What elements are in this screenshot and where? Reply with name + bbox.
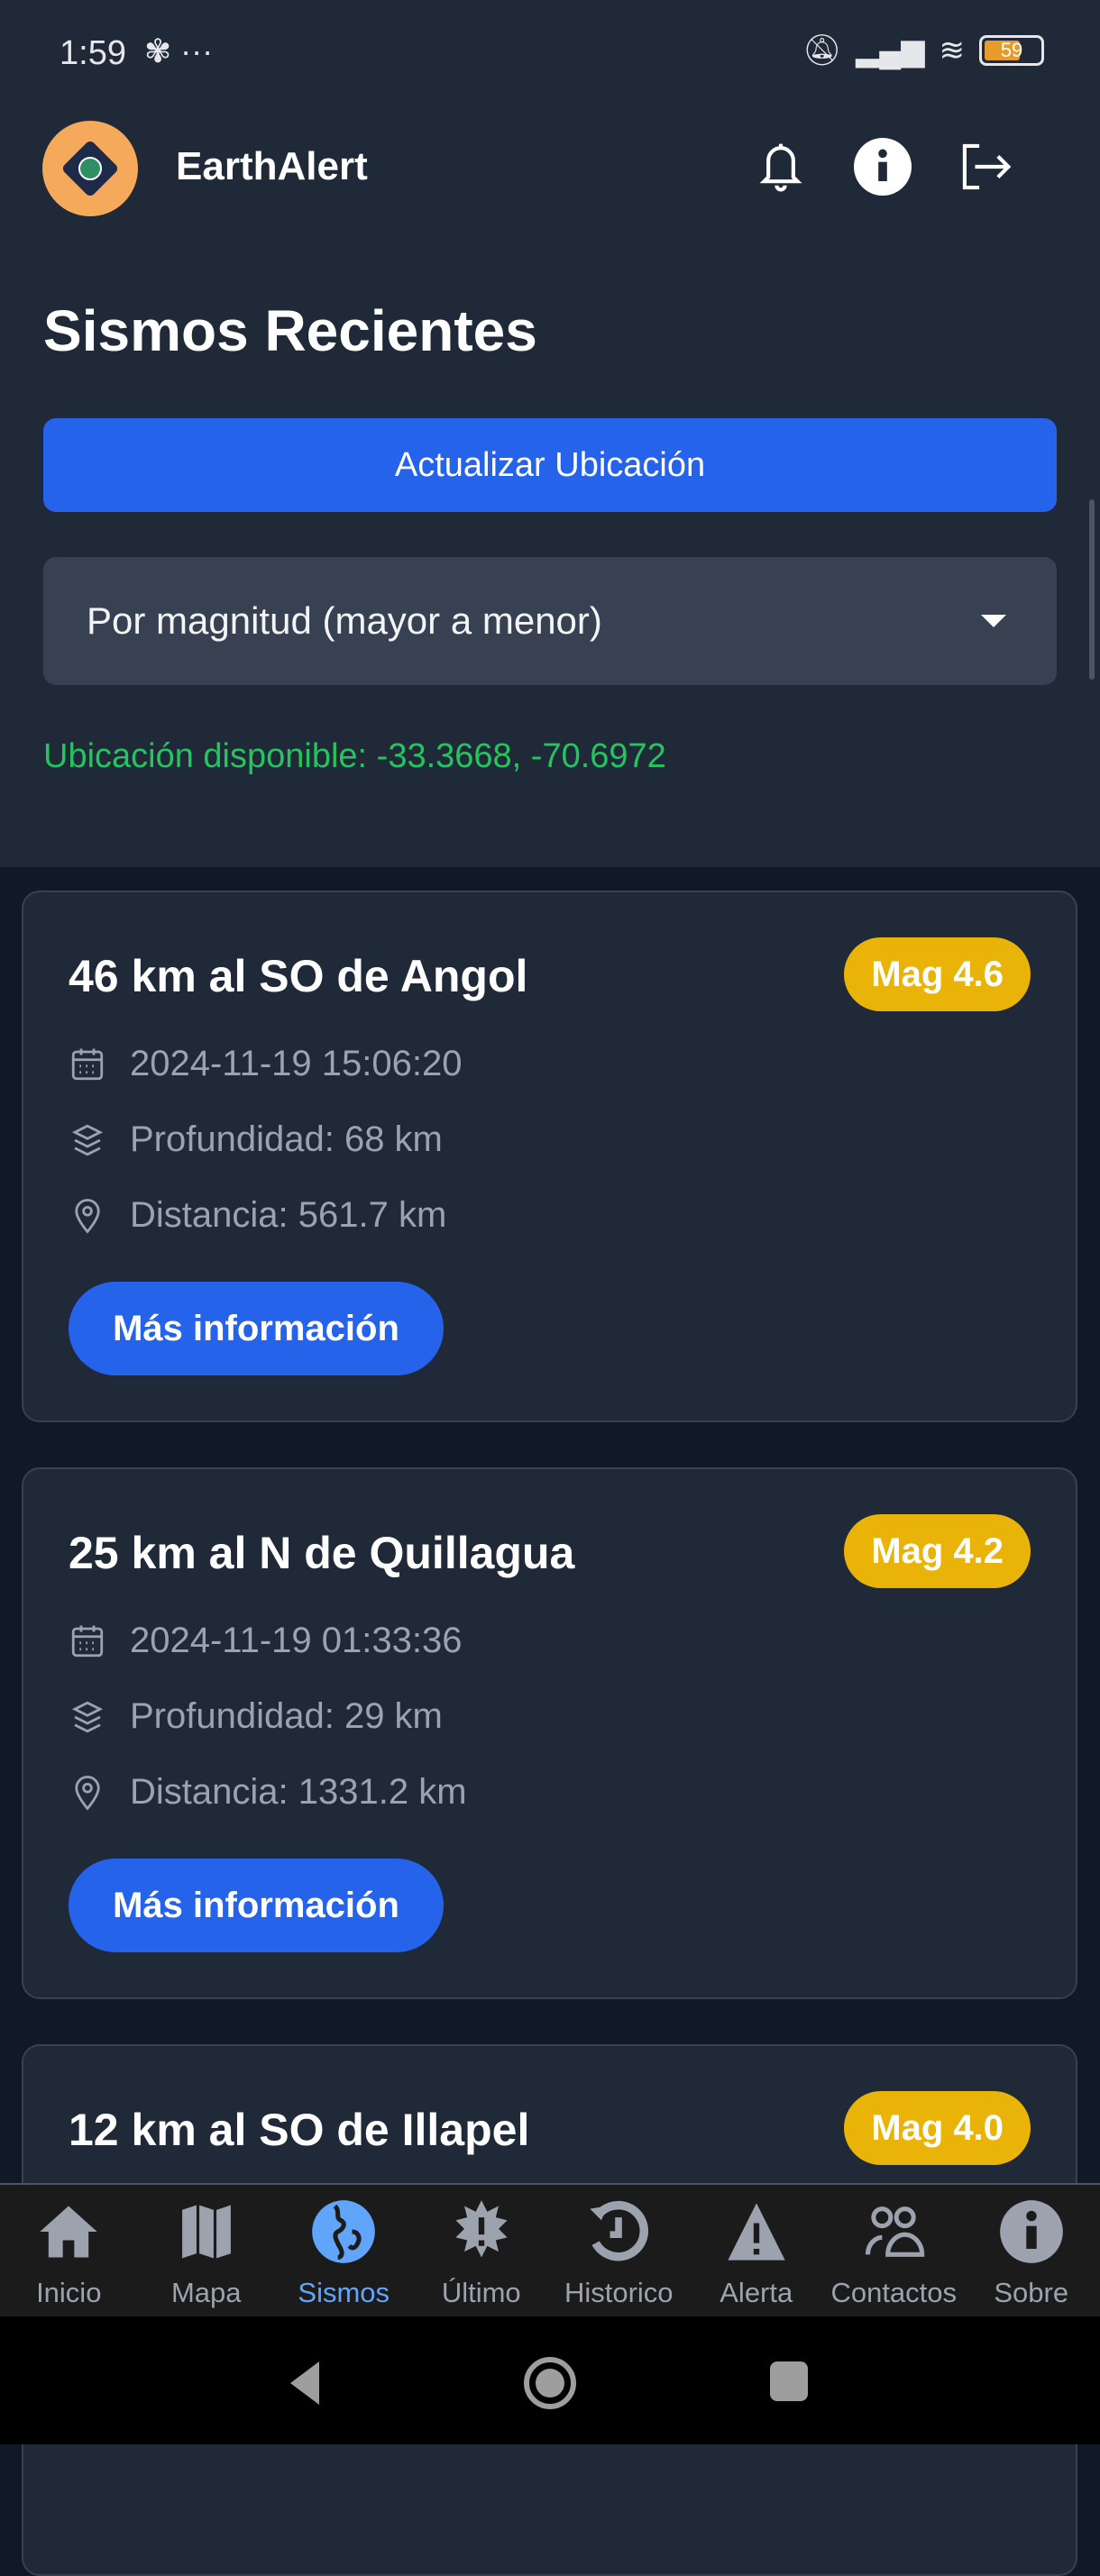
quake-distance-row: Distancia: 561.7 km bbox=[69, 1195, 446, 1236]
quake-datetime-row: 2024-11-19 15:06:20 bbox=[69, 1044, 462, 1084]
bell-icon bbox=[756, 140, 806, 194]
calendar-icon bbox=[69, 1046, 106, 1083]
map-icon bbox=[172, 2197, 241, 2266]
magnitude-badge: Mag 4.2 bbox=[844, 1514, 1031, 1588]
sort-select-value: Por magnitud (mayor a menor) bbox=[87, 599, 602, 643]
alert-burst-icon bbox=[447, 2197, 516, 2266]
quake-card: 25 km al N de Quillagua Mag 4.2 2024-11-… bbox=[22, 1467, 1077, 1999]
battery-level: 59 bbox=[1001, 39, 1022, 61]
more-info-button[interactable]: Más información bbox=[69, 1859, 444, 1952]
quake-datetime-row: 2024-11-19 01:33:36 bbox=[69, 1621, 462, 1661]
nav-item-label: Mapa bbox=[171, 2277, 242, 2309]
warning-icon bbox=[722, 2197, 791, 2266]
nav-item-label: Sobre bbox=[994, 2277, 1068, 2309]
nav-item-contactos[interactable]: Contactos bbox=[825, 2185, 963, 2316]
mute-icon: 🔕︎ bbox=[802, 32, 841, 69]
nav-item-label: Último bbox=[442, 2277, 521, 2309]
recents-icon[interactable] bbox=[770, 2361, 808, 2401]
quake-distance-row: Distancia: 1331.2 km bbox=[69, 1772, 467, 1813]
nav-item-label: Inicio bbox=[36, 2277, 101, 2309]
layers-icon bbox=[69, 1121, 106, 1159]
map-pin-icon bbox=[69, 1197, 106, 1235]
quake-title: 12 km al SO de Illapel bbox=[69, 2104, 529, 2156]
nav-item-mapa[interactable]: Mapa bbox=[138, 2185, 276, 2316]
quake-datetime: 2024-11-19 01:33:36 bbox=[130, 1621, 462, 1661]
back-icon[interactable] bbox=[287, 2360, 323, 2407]
bottom-nav: Inicio Mapa Sismos Último Historico Alerta Con… bbox=[0, 2183, 1100, 2316]
nav-item-historico[interactable]: Historico bbox=[550, 2185, 688, 2316]
quake-depth-row: Profundidad: 29 km bbox=[69, 1696, 443, 1737]
info-icon bbox=[997, 2197, 1066, 2266]
nav-item-label: Sismos bbox=[298, 2277, 390, 2309]
quake-distance: Distancia: 561.7 km bbox=[130, 1195, 446, 1236]
home-icon bbox=[34, 2197, 103, 2266]
quake-depth: Profundidad: 68 km bbox=[130, 1119, 443, 1160]
nav-item-label: Contactos bbox=[830, 2277, 957, 2309]
notifications-button[interactable] bbox=[751, 137, 811, 196]
app-logo bbox=[42, 121, 138, 216]
page-title: Sismos Recientes bbox=[43, 297, 537, 364]
status-time: 1:59 bbox=[60, 34, 126, 73]
status-bar: 1:59 ✾ ··· 🔕︎ ▂▄▆ ≋ 59 bbox=[0, 0, 1100, 108]
calendar-icon bbox=[69, 1622, 106, 1660]
quake-datetime: 2024-11-19 15:06:20 bbox=[130, 1044, 462, 1084]
quake-depth: Profundidad: 29 km bbox=[130, 1696, 443, 1737]
battery-icon: 59 bbox=[979, 35, 1044, 66]
chevron-down-icon bbox=[981, 615, 1006, 627]
status-icons: 🔕︎ ▂▄▆ ≋ 59 bbox=[802, 32, 1044, 69]
home-button-icon[interactable] bbox=[521, 2354, 579, 2412]
sort-select[interactable]: Por magnitud (mayor a menor) bbox=[43, 557, 1057, 685]
notification-icons: ✾ ··· bbox=[144, 32, 213, 70]
nav-item-label: Historico bbox=[564, 2277, 674, 2309]
contacts-icon bbox=[859, 2197, 928, 2266]
more-info-button[interactable]: Más información bbox=[69, 1282, 444, 1375]
quake-distance: Distancia: 1331.2 km bbox=[130, 1772, 467, 1813]
scrollbar[interactable] bbox=[1089, 499, 1095, 680]
quake-title: 46 km al SO de Angol bbox=[69, 950, 527, 1002]
nav-item-sobre[interactable]: Sobre bbox=[963, 2185, 1100, 2316]
map-pin-icon bbox=[69, 1774, 106, 1812]
controls-section: Sismos Recientes Actualizar Ubicación Po… bbox=[0, 245, 1100, 867]
history-icon bbox=[584, 2197, 653, 2266]
info-icon bbox=[854, 138, 912, 196]
app-header: EarthAlert bbox=[0, 108, 1100, 245]
system-nav-bar bbox=[0, 2316, 1100, 2444]
magnitude-badge: Mag 4.6 bbox=[844, 937, 1031, 1011]
magnitude-badge: Mag 4.0 bbox=[844, 2091, 1031, 2165]
app-title: EarthAlert bbox=[176, 144, 368, 189]
layers-icon bbox=[69, 1698, 106, 1736]
location-status: Ubicación disponible: -33.3668, -70.6972 bbox=[43, 737, 666, 776]
logout-button[interactable] bbox=[956, 137, 1015, 196]
signal-icon: ▂▄▆ bbox=[856, 32, 924, 69]
quake-title: 25 km al N de Quillagua bbox=[69, 1527, 574, 1579]
nav-item-label: Alerta bbox=[720, 2277, 793, 2309]
nav-item-alerta[interactable]: Alerta bbox=[688, 2185, 826, 2316]
nav-item-sismos[interactable]: Sismos bbox=[275, 2185, 413, 2316]
nav-item-inicio[interactable]: Inicio bbox=[0, 2185, 138, 2316]
wifi-icon: ≋ bbox=[940, 32, 966, 69]
nav-item-ultimo[interactable]: Último bbox=[413, 2185, 551, 2316]
logout-icon bbox=[958, 142, 1013, 192]
info-button[interactable] bbox=[853, 137, 912, 196]
quake-card: 46 km al SO de Angol Mag 4.6 2024-11-19 … bbox=[22, 891, 1077, 1422]
quake-depth-row: Profundidad: 68 km bbox=[69, 1119, 443, 1160]
update-location-button[interactable]: Actualizar Ubicación bbox=[43, 418, 1057, 512]
globe-icon bbox=[309, 2197, 378, 2266]
